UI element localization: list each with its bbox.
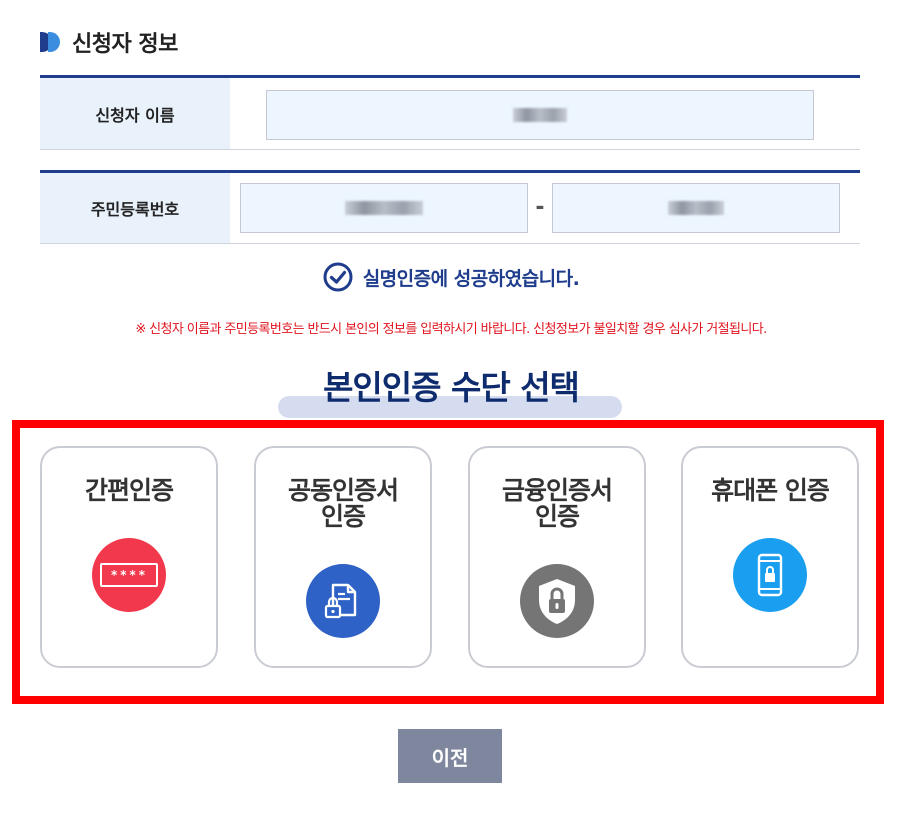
applicant-name-input[interactable]: [266, 90, 814, 140]
password-mask: ****: [100, 563, 158, 587]
rrn-body: -: [230, 173, 860, 243]
redacted-value: [345, 201, 423, 215]
certificate-document-icon: [306, 564, 380, 638]
rrn-front-input[interactable]: [240, 183, 528, 233]
verification-message: 실명인증에 성공하였습니다.: [362, 267, 580, 290]
auth-method-heading: 본인인증 수단 선택: [0, 362, 902, 418]
joint-certificate-card[interactable]: 공동인증서 인증: [254, 446, 432, 668]
password-icon: ****: [92, 538, 166, 612]
rrn-label: 주민등록번호: [40, 173, 230, 243]
mobile-auth-card[interactable]: 휴대폰 인증: [681, 446, 859, 668]
applicant-name-body: [230, 78, 860, 149]
redacted-value: [668, 201, 724, 215]
section-header: 신청자 정보: [40, 28, 178, 57]
auth-method-title: 본인인증 수단 선택: [323, 368, 580, 407]
financial-certificate-card[interactable]: 금융인증서 인증: [468, 446, 646, 668]
mobile-lock-icon: [733, 538, 807, 612]
shield-lock-icon: [520, 564, 594, 638]
simple-auth-label: 간편인증: [84, 476, 174, 505]
rrn-row: 주민등록번호 -: [40, 170, 860, 244]
verification-status: 실명인증에 성공하였습니다.: [0, 260, 902, 294]
rrn-back-input[interactable]: [552, 183, 840, 233]
check-circle-icon: [323, 262, 353, 292]
applicant-name-label: 신청자 이름: [40, 78, 230, 149]
section-bullet-icon: [40, 30, 64, 54]
section-title: 신청자 정보: [72, 32, 178, 57]
mobile-auth-label: 휴대폰 인증: [711, 476, 830, 505]
financial-certificate-label: 금융인증서 인증: [501, 476, 613, 531]
notice-text: ※ 신청자 이름과 주민등록번호는 반드시 본인의 정보를 입력하시기 바랍니다…: [135, 322, 767, 337]
rrn-separator: -: [535, 195, 545, 220]
redacted-value: [513, 108, 567, 122]
simple-auth-card[interactable]: 간편인증 ****: [40, 446, 218, 668]
applicant-name-row: 신청자 이름: [40, 75, 860, 150]
joint-certificate-label: 공동인증서 인증: [287, 476, 399, 531]
prev-button[interactable]: 이전: [398, 729, 502, 783]
